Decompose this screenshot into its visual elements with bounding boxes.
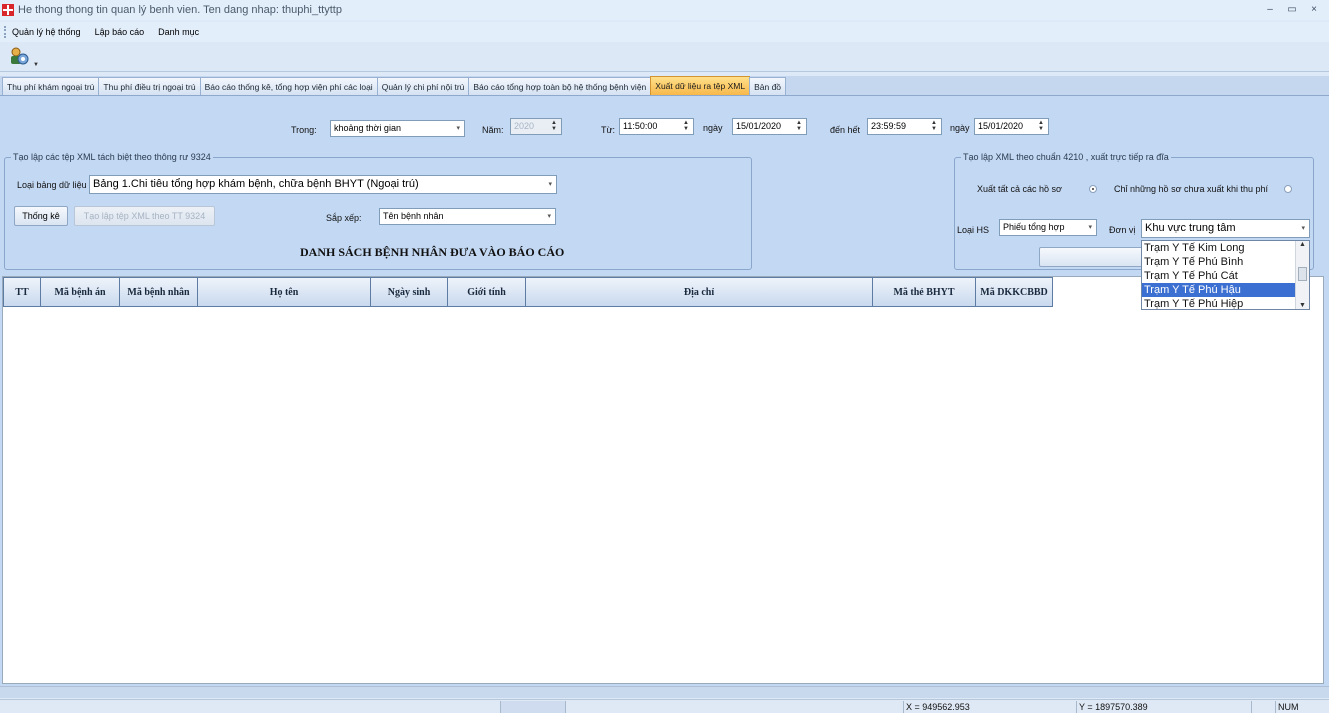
group-4210-title: Tạo lập XML theo chuẩn 4210 , xuất trực … — [961, 152, 1171, 162]
toolbar: ▼ — [0, 42, 1329, 72]
loai-bang-select[interactable]: Bảng 1.Chi tiêu tổng hợp khám bệnh, chữa… — [89, 175, 557, 194]
dropdown-item[interactable]: Trạm Y Tế Phú Cát — [1142, 269, 1309, 283]
tu-date-input[interactable]: 15/01/2020 ▲ ▼ — [732, 118, 807, 135]
status-panel-empty — [565, 701, 903, 713]
col-ma-dkkcbbd[interactable]: Mã DKKCBBD — [975, 277, 1053, 307]
tab-strip: Thu phí khám ngoại trú Thu phí điều trị … — [0, 76, 1329, 96]
trong-select[interactable]: khoảng thời gian ▾ — [330, 120, 465, 137]
tu-label: Từ: — [601, 125, 616, 135]
tu-time-input[interactable]: 11:50:00 ▲ ▼ — [619, 118, 694, 135]
dropdown-item[interactable]: Trạm Y Tế Phú Bình — [1142, 255, 1309, 269]
group-9324-title: Tạo lập các tệp XML tách biệt theo thông… — [11, 152, 213, 162]
tab-bao-cao-tong-hop[interactable]: Báo cáo tổng hợp toàn bộ hệ thống bệnh v… — [468, 77, 652, 95]
menu-grip — [4, 26, 7, 38]
den-het-label: đến hết — [830, 125, 861, 135]
maximize-button[interactable]: ▭ — [1281, 2, 1303, 17]
scroll-down-icon[interactable]: ▼ — [1299, 302, 1306, 309]
den-time-input[interactable]: 23:59:59 ▲ ▼ — [867, 118, 942, 135]
spin-arrows-icon[interactable]: ▲ ▼ — [929, 120, 939, 133]
menu-bar: Quản lý hệ thống Lập báo cáo Danh mục — [0, 22, 1329, 42]
ngay-label: ngày — [703, 123, 723, 133]
dropdown-item[interactable]: Trạm Y Tế Phú Hiệp — [1142, 297, 1309, 309]
users-gear-icon — [11, 47, 29, 65]
status-num-lock: NUM — [1275, 701, 1329, 713]
status-panel-small — [1251, 701, 1275, 713]
tab-ban-do[interactable]: Bản đồ — [749, 77, 787, 95]
loai-hs-select[interactable]: Phiếu tổng hợp ▾ — [999, 219, 1097, 236]
col-tt[interactable]: TT — [3, 277, 41, 307]
scroll-thumb[interactable] — [1298, 267, 1307, 281]
patient-grid[interactable]: TT Mã bệnh án Mã bệnh nhân Họ tên Ngày s… — [2, 276, 1324, 684]
spin-arrows-icon[interactable]: ▲ ▼ — [1036, 120, 1046, 133]
nam-spinner: 2020 ▲ ▼ — [510, 118, 562, 135]
status-panel-blank — [500, 701, 565, 713]
menu-lap-bao-cao[interactable]: Lập báo cáo — [95, 27, 145, 37]
col-ma-benh-nhan[interactable]: Mã bệnh nhân — [119, 277, 198, 307]
sap-xep-select[interactable]: Tên bệnh nhân ▾ — [379, 208, 556, 225]
don-vi-label: Đơn vị — [1109, 225, 1136, 235]
thong-ke-button[interactable]: Thống kê — [14, 206, 68, 226]
radio-all[interactable] — [1089, 185, 1097, 193]
menu-danh-muc[interactable]: Danh mục — [158, 27, 199, 37]
don-vi-select[interactable]: Khu vực trung tâm ▾ — [1141, 219, 1310, 238]
tab-thu-phi-kham-ngoai-tru[interactable]: Thu phí khám ngoại trú — [2, 77, 100, 95]
spin-arrows-icon[interactable]: ▲ ▼ — [794, 120, 804, 133]
tab-xuat-du-lieu-xml[interactable]: Xuất dữ liệu ra tệp XML — [650, 76, 751, 95]
bottom-scroll-strip — [0, 686, 1329, 698]
tab-quan-ly-chi-phi-noi-tru[interactable]: Quản lý chi phí nội trú — [376, 77, 470, 95]
scroll-up-icon[interactable]: ▲ — [1299, 241, 1306, 248]
toolbar-overflow-icon[interactable]: ▼ — [33, 62, 39, 68]
col-ma-the-bhyt[interactable]: Mã thẻ BHYT — [872, 277, 976, 307]
spin-arrows-icon: ▲ ▼ — [551, 120, 557, 132]
status-x-coord: X = 949562.953 — [903, 701, 1076, 713]
nam-label: Năm: — [482, 125, 504, 135]
menu-quan-ly-he-thong[interactable]: Quản lý hệ thống — [12, 27, 81, 37]
tab-bao-cao-thong-ke[interactable]: Báo cáo thống kê, tổng hợp viện phí các … — [199, 77, 378, 95]
col-gioi-tinh[interactable]: Giới tính — [447, 277, 526, 307]
chevron-down-icon: ▾ — [1301, 225, 1305, 232]
spin-arrows-icon[interactable]: ▲ ▼ — [681, 120, 691, 133]
app-cross-icon — [2, 4, 14, 16]
col-ma-benh-an[interactable]: Mã bệnh án — [40, 277, 120, 307]
don-vi-dropdown-list[interactable]: Trạm Y Tế Kim Long Trạm Y Tế Phú Bình Tr… — [1141, 240, 1310, 310]
chevron-down-icon: ▾ — [548, 181, 552, 188]
col-ngay-sinh[interactable]: Ngày sinh — [370, 277, 448, 307]
title-bar: He thong thong tin quan lý benh vien. Te… — [0, 0, 1329, 20]
status-y-coord: Y = 1897570.389 — [1076, 701, 1251, 713]
den-date-input[interactable]: 15/01/2020 ▲ ▼ — [974, 118, 1049, 135]
report-heading: DANH SÁCH BỆNH NHÂN ĐƯA VÀO BÁO CÁO — [300, 245, 565, 259]
dropdown-scrollbar[interactable]: ▲ ▼ — [1295, 241, 1309, 309]
sap-xep-label: Sắp xếp: — [326, 213, 362, 223]
trong-label: Trong: — [291, 125, 317, 135]
chevron-down-icon: ▾ — [1088, 224, 1092, 231]
minimize-button[interactable]: – — [1259, 2, 1281, 17]
grid-header: TT Mã bệnh án Mã bệnh nhân Họ tên Ngày s… — [3, 277, 1053, 307]
radio-unexported[interactable] — [1284, 185, 1292, 193]
radio-unexported-label: Chỉ những hồ sơ chưa xuất khi thu phí — [1114, 184, 1269, 194]
loai-bang-label: Loại bảng dữ liệu — [17, 180, 87, 190]
users-tool-button[interactable] — [8, 45, 30, 67]
tab-thu-phi-dieu-tri-ngoai-tru[interactable]: Thu phí điều trị ngoại trú — [98, 77, 201, 95]
col-ho-ten[interactable]: Họ tên — [197, 277, 371, 307]
close-button[interactable]: × — [1303, 2, 1325, 17]
ngay-label-2: ngày — [950, 123, 970, 133]
loai-hs-label: Loại HS — [957, 225, 990, 235]
dropdown-item-selected[interactable]: Trạm Y Tế Phú Hậu — [1142, 283, 1309, 297]
dropdown-item[interactable]: Trạm Y Tế Kim Long — [1142, 241, 1309, 255]
col-dia-chi[interactable]: Địa chỉ — [525, 277, 873, 307]
chevron-down-icon: ▾ — [456, 125, 460, 132]
window-title: He thong thong tin quan lý benh vien. Te… — [18, 4, 342, 16]
chevron-down-icon: ▾ — [547, 213, 551, 220]
tao-lap-xml-9324-button: Tạo lập tệp XML theo TT 9324 — [74, 206, 215, 226]
status-bar: X = 949562.953 Y = 1897570.389 NUM — [0, 699, 1329, 713]
radio-all-label: Xuất tất cả các hồ sơ — [977, 184, 1062, 194]
